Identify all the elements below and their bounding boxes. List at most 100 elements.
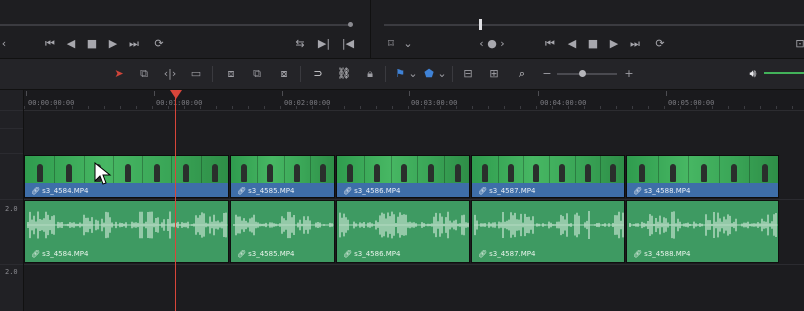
chevron-left-icon[interactable]: ‹ [0, 37, 12, 51]
first-frame-icon[interactable]: ⏮ [542, 37, 558, 51]
thumbnail-frame-divider [749, 156, 750, 183]
last-frame-icon[interactable]: ⏭ [126, 37, 142, 51]
thumbnail-person [731, 164, 737, 182]
audio-clip[interactable]: 🔗︎ s3_4585.MP4 [230, 200, 335, 263]
source-scrubber[interactable] [0, 24, 350, 26]
blade-tool-icon[interactable]: ▭ [187, 66, 205, 82]
ruler-minor-tick [216, 106, 217, 109]
transform-icon[interactable]: ⌑ [383, 37, 399, 51]
thumbnail-person [212, 164, 218, 182]
thumbnail-person [154, 164, 160, 182]
last-frame-icon[interactable]: ⏭ [627, 37, 643, 51]
ruler-minor-tick [360, 106, 361, 109]
stop-icon[interactable]: ■ [585, 37, 601, 51]
volume-slider[interactable] [764, 72, 804, 74]
ruler-minor-tick [488, 106, 489, 109]
audio-clip-name: 🔗︎ s3_4587.MP4 [478, 250, 536, 258]
audio-clip[interactable]: 🔗︎ s3_4584.MP4 [24, 200, 229, 263]
position-lock-icon[interactable]: 🔒︎ [361, 66, 379, 82]
ruler-minor-tick [392, 106, 393, 109]
audio-clip[interactable]: 🔗︎ s3_4587.MP4 [471, 200, 625, 263]
thumbnail-person [320, 164, 326, 182]
thumbnail-person [428, 164, 434, 182]
replace-clip-icon[interactable]: ⧇ [275, 66, 293, 82]
ruler-tick-label: 00:04:00:00 [540, 99, 587, 107]
zoom-out-icon[interactable]: − [538, 66, 556, 82]
fullscreen-icon[interactable]: ⊡ [792, 37, 804, 51]
audio-clip[interactable]: 🔗︎ s3_4586.MP4 [336, 200, 470, 263]
ruler-minor-tick [168, 106, 169, 109]
thumbnail-person [267, 164, 273, 182]
lane-divider [24, 264, 804, 265]
ruler-minor-tick [72, 106, 73, 109]
audio-clip[interactable]: 🔗︎ s3_4588.MP4 [626, 200, 779, 263]
ruler-minor-tick [24, 106, 25, 109]
zoom-custom-icon[interactable]: ⌕ [513, 66, 531, 82]
trim-tool-icon[interactable]: ⧉ [135, 66, 153, 82]
playhead-handle[interactable] [170, 90, 182, 99]
thumbnail-person [482, 164, 488, 182]
loop-icon[interactable]: ⟳ [652, 37, 668, 51]
zoom-full-icon[interactable]: ⊟ [459, 66, 477, 82]
video-clip[interactable]: 🔗︎ s3_4585.MP4 [230, 155, 335, 198]
thumbnail-person [347, 164, 353, 182]
volume-icon[interactable]: 🔊︎ [744, 66, 762, 82]
loop-icon[interactable]: ⟳ [151, 37, 167, 51]
ruler-minor-tick [552, 106, 553, 109]
thumbnail-person [125, 164, 131, 182]
thumbnail-frame-divider [549, 156, 550, 183]
thumbnail-frame-divider [417, 156, 418, 183]
ruler-tick [409, 91, 410, 96]
step-back-icon[interactable]: ◀ [63, 37, 79, 51]
snapping-icon[interactable]: ⊃ [309, 66, 327, 82]
play-icon[interactable]: ▶ [606, 37, 622, 51]
audio-clip-name: 🔗︎ s3_4588.MP4 [633, 250, 691, 258]
video-clip[interactable]: 🔗︎ s3_4586.MP4 [336, 155, 470, 198]
zoom-slider-track[interactable] [557, 73, 617, 75]
source-scrub-handle[interactable] [348, 22, 353, 27]
ruler-minor-tick [712, 106, 713, 109]
next-clip-icon[interactable]: ▶| [316, 37, 332, 51]
zoom-detail-icon[interactable]: ⊞ [485, 66, 503, 82]
video-clip[interactable]: 🔗︎ s3_4587.MP4 [471, 155, 625, 198]
chevron-down-icon[interactable]: ⌄ [433, 66, 451, 82]
chevron-down-icon[interactable]: ⌄ [400, 37, 416, 51]
overwrite-clip-icon[interactable]: ⧉ [248, 66, 266, 82]
dynamic-trim-icon[interactable]: ‹|› [161, 66, 179, 82]
playhead-line[interactable] [175, 90, 176, 311]
zoom-slider-knob[interactable] [579, 70, 586, 77]
step-back-icon[interactable]: ◀ [564, 37, 580, 51]
video-clip[interactable]: 🔗︎ s3_4584.MP4 [24, 155, 229, 198]
thumbnail-frame-divider [719, 156, 720, 183]
zoom-in-icon[interactable]: + [620, 66, 638, 82]
play-icon[interactable]: ▶ [105, 37, 121, 51]
ruler-tick-label: 00:05:00:00 [668, 99, 715, 107]
prev-clip-icon[interactable]: |◀ [340, 37, 356, 51]
ruler-minor-tick [760, 106, 761, 109]
ruler-minor-tick [312, 106, 313, 109]
thumbnail-frame-divider [310, 156, 311, 183]
first-frame-icon[interactable]: ⏮ [42, 37, 58, 51]
insert-clip-icon[interactable]: ⧈ [222, 66, 240, 82]
ruler-minor-tick [584, 106, 585, 109]
thumbnail-frame-divider [444, 156, 445, 183]
timeline-scrub-handle[interactable] [479, 19, 482, 30]
audio-waveform [339, 211, 469, 239]
stop-icon[interactable]: ■ [84, 37, 100, 51]
ruler-minor-tick [568, 106, 569, 109]
audio-waveform [233, 211, 334, 239]
video-clip[interactable]: 🔗︎ s3_4588.MP4 [626, 155, 779, 198]
thumbnail-frame-divider [54, 156, 55, 183]
thumbnail-person [701, 164, 707, 182]
ruler-tick [154, 91, 155, 96]
linked-selection-icon[interactable]: ⛓ [335, 66, 353, 82]
selection-tool-icon[interactable]: ➤ [110, 66, 128, 82]
thumbnail-person [455, 164, 461, 182]
video-clip-thumbnails [337, 156, 469, 183]
ruler-minor-tick [88, 106, 89, 109]
thumbnail-frame-divider [391, 156, 392, 183]
jog-icon[interactable]: ‹ ● › [478, 37, 506, 51]
timeline-scrubber[interactable] [384, 24, 804, 26]
audio-track-level-label: 2.0 [5, 268, 18, 276]
match-frame-icon[interactable]: ⇆ [292, 37, 308, 51]
